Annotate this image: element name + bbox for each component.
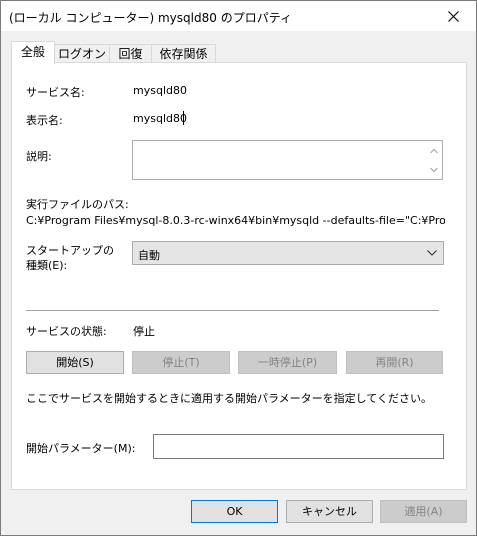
close-icon	[447, 10, 459, 22]
tab-general[interactable]: 全般	[11, 41, 55, 64]
exe-path-value: C:¥Program Files¥mysql-8.0.3-rc-winx64¥b…	[26, 214, 445, 227]
description-scrollbar[interactable]	[426, 141, 442, 179]
text-caret	[183, 111, 184, 125]
tab-dependencies[interactable]: 依存関係	[151, 44, 216, 63]
service-status-value: 停止	[133, 325, 155, 338]
tab-logon[interactable]: ログオン	[54, 44, 110, 63]
description-field[interactable]	[132, 140, 443, 180]
scroll-up-icon[interactable]	[430, 148, 438, 154]
resume-button[interactable]: 再開(R)	[346, 351, 443, 374]
tab-recovery[interactable]: 回復	[109, 44, 152, 63]
start-params-hint: ここでサービスを開始するときに適用する開始パラメーターを指定してください。	[26, 392, 433, 405]
pause-button[interactable]: 一時停止(P)	[238, 351, 337, 374]
exe-path-label: 実行ファイルのパス:	[26, 198, 129, 211]
properties-window: (ローカル コンピューター) mysqld80 のプロパティ 全般 ログオン 回…	[0, 0, 477, 536]
startup-type-label-line1: スタートアップの	[26, 244, 114, 257]
start-params-label: 開始パラメーター(M):	[26, 442, 136, 455]
display-name-label: 表示名:	[26, 114, 63, 127]
window-title: (ローカル コンピューター) mysqld80 のプロパティ	[9, 11, 292, 25]
start-params-input[interactable]	[153, 434, 444, 459]
startup-type-select[interactable]: 自動	[132, 241, 444, 265]
service-name-value: mysqld80	[133, 84, 187, 97]
ok-button[interactable]: OK	[191, 500, 278, 523]
general-panel	[11, 62, 467, 490]
service-name-label: サービス名:	[26, 86, 85, 99]
divider	[26, 310, 439, 311]
apply-button[interactable]: 適用(A)	[380, 500, 467, 523]
description-label: 説明:	[26, 150, 52, 163]
close-button[interactable]	[430, 1, 476, 31]
stop-button[interactable]: 停止(T)	[132, 351, 230, 374]
chevron-down-icon	[427, 250, 437, 256]
service-status-label: サービスの状態:	[26, 325, 107, 338]
title-bar: (ローカル コンピューター) mysqld80 のプロパティ	[1, 1, 476, 31]
start-button[interactable]: 開始(S)	[26, 351, 124, 374]
cancel-button[interactable]: キャンセル	[286, 500, 373, 523]
startup-type-label-line2: 種類(E):	[26, 259, 68, 272]
startup-type-value: 自動	[138, 249, 160, 262]
scroll-down-icon[interactable]	[430, 167, 438, 173]
display-name-field[interactable]: mysqld80	[133, 112, 187, 125]
